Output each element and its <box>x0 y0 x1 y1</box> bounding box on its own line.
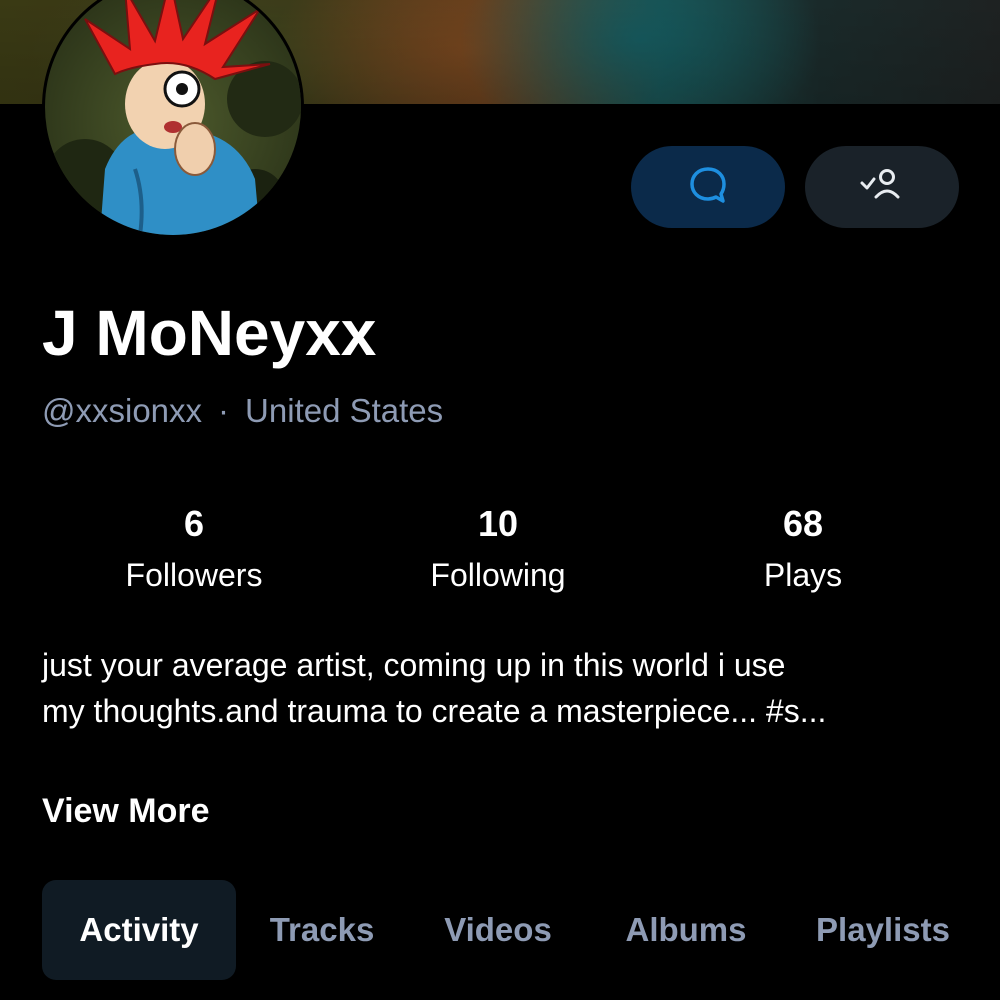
tab-activity[interactable]: Activity <box>42 880 236 980</box>
stat-value: 6 <box>183 503 205 544</box>
profile-location: United States <box>245 392 444 429</box>
stat-value: 10 <box>477 503 519 544</box>
meta-separator: · <box>218 392 230 429</box>
stat-value: 68 <box>782 503 824 544</box>
profile-page: J MoNeyxx @xxsionxx · United States 6 Foll… <box>0 0 1000 1000</box>
stat-label: Following <box>430 557 566 593</box>
stat-following[interactable]: 10 Following <box>368 502 628 604</box>
message-button[interactable] <box>631 146 785 228</box>
profile-tabs: Activity Tracks Videos Albums Playlists <box>42 880 1000 980</box>
chat-bubble-icon <box>687 164 729 210</box>
following-button[interactable] <box>805 146 959 228</box>
stat-plays: 68 Plays <box>673 502 933 604</box>
stat-label: Followers <box>125 557 263 593</box>
user-following-icon <box>859 165 905 209</box>
tab-videos[interactable]: Videos <box>424 880 572 980</box>
tab-tracks[interactable]: Tracks <box>254 880 390 980</box>
profile-meta: @xxsionxx · United States <box>42 392 443 430</box>
bio-line: just your average artist, coming up in t… <box>42 647 786 683</box>
avatar-image <box>45 0 301 235</box>
avatar[interactable] <box>42 0 304 238</box>
tab-playlists[interactable]: Playlists <box>798 880 968 980</box>
tab-albums[interactable]: Albums <box>608 880 764 980</box>
profile-name: J MoNeyxx <box>42 297 377 369</box>
profile-bio: just your average artist, coming up in t… <box>42 642 972 734</box>
view-more-link[interactable]: View More <box>42 792 210 831</box>
stat-label: Plays <box>763 557 843 593</box>
profile-handle: @xxsionxx <box>42 392 203 429</box>
bio-line: my thoughts.and trauma to create a maste… <box>42 693 827 729</box>
stat-followers[interactable]: 6 Followers <box>64 502 324 604</box>
